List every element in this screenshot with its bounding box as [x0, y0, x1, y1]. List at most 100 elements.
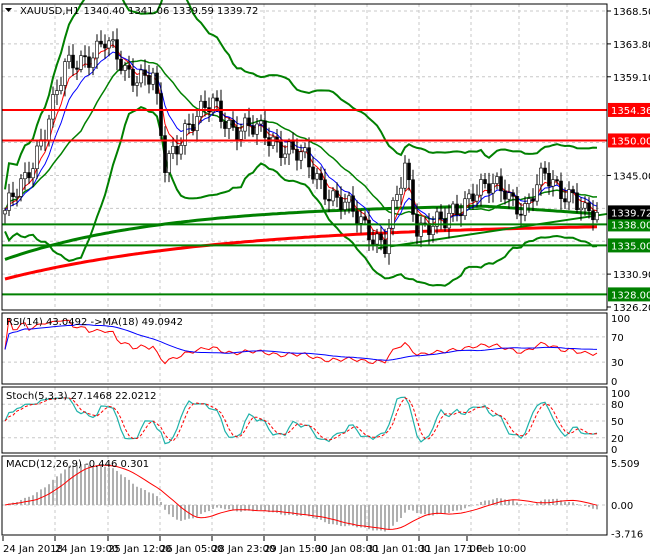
candle-body — [159, 93, 163, 136]
candle — [115, 28, 119, 71]
candle-body — [515, 196, 519, 215]
level-label: 1328.00 — [611, 290, 650, 301]
candle-body — [311, 166, 315, 180]
candle-body — [55, 90, 59, 95]
candle-body — [147, 75, 151, 85]
candle — [547, 162, 551, 195]
candle — [451, 201, 455, 222]
candle-body — [47, 118, 51, 141]
axes: 1368.50 1363.80 1359.10 1345.00 1330.90 1326.… — [1, 3, 650, 555]
candle — [531, 188, 535, 212]
level-label: 1354.36 — [611, 106, 650, 117]
candle-body — [471, 193, 475, 202]
candle — [231, 111, 235, 131]
macd-label: MACD(12,26,9) -0.446 0.301 — [6, 459, 149, 470]
stoch-tick: 80 — [611, 400, 624, 411]
candle-body — [19, 178, 23, 197]
candle — [247, 107, 251, 137]
candle-body — [355, 211, 359, 224]
candle-body — [555, 179, 559, 182]
candle-body — [359, 216, 363, 224]
candle-body — [559, 180, 563, 199]
candle-body — [283, 153, 287, 158]
candle — [63, 58, 67, 97]
candle — [279, 130, 283, 167]
symbol-label: XAUUSD,H1 1340.40 1341.06 1339.59 1339.72 — [20, 6, 258, 17]
candle-body — [467, 193, 471, 200]
candle — [59, 76, 63, 95]
candle — [359, 209, 363, 234]
candle-body — [99, 40, 103, 45]
candle — [403, 155, 407, 192]
candle — [355, 200, 359, 233]
candle-body — [323, 179, 327, 200]
candle-body — [35, 145, 39, 169]
candle — [155, 65, 159, 105]
candle-body — [371, 239, 375, 245]
price-tick-label: 1326.20 — [613, 303, 650, 314]
candle — [291, 132, 295, 154]
candle-body — [459, 214, 463, 217]
candle-body — [363, 216, 367, 221]
candle-body — [319, 173, 323, 181]
candle — [215, 90, 219, 113]
candle — [235, 116, 239, 151]
candle-body — [79, 55, 83, 70]
candle-body — [487, 183, 491, 194]
candle — [331, 187, 335, 207]
candle-body — [439, 211, 443, 219]
candle-body — [247, 117, 251, 127]
candle — [431, 216, 435, 243]
candle-body — [539, 167, 543, 186]
chart-canvas[interactable]: 1368.50 1363.80 1359.10 1345.00 1330.90 1326.… — [0, 0, 650, 560]
candle — [195, 110, 199, 142]
candle-body — [303, 147, 307, 153]
candle-body — [315, 173, 319, 180]
candle — [559, 172, 563, 210]
candle — [575, 183, 579, 213]
candle — [143, 59, 147, 86]
candle — [323, 168, 327, 206]
candle-body — [339, 197, 343, 210]
candle — [387, 218, 391, 265]
stoch-tick: 20 — [611, 434, 624, 445]
candle-body — [179, 145, 183, 155]
candle-body — [195, 116, 199, 131]
candle-body — [175, 145, 179, 155]
candle-body — [307, 147, 311, 168]
candle-body — [347, 195, 351, 203]
candle-body — [243, 117, 247, 132]
candle-body — [475, 194, 479, 202]
rsi-label: RSI(14) 43.0492 ->MA(18) 49.0942 — [6, 317, 183, 328]
candle-body — [223, 121, 227, 129]
candle-body — [71, 54, 75, 69]
candle-body — [219, 100, 223, 122]
candle-body — [551, 179, 555, 187]
macd-tick: 0.00 — [611, 501, 633, 512]
candle-body — [279, 141, 283, 158]
candle — [455, 194, 459, 222]
candle-body — [399, 187, 403, 195]
candle-body — [91, 57, 95, 68]
candle — [127, 55, 131, 78]
candle — [67, 45, 71, 69]
candle — [151, 67, 155, 91]
candle — [443, 207, 447, 232]
candle-body — [255, 123, 259, 135]
candle-body — [579, 207, 583, 211]
candle-body — [119, 58, 123, 71]
candle-body — [227, 120, 231, 129]
candle — [35, 139, 39, 179]
candle-body — [511, 192, 515, 197]
candle-body — [267, 137, 271, 146]
candle-body — [507, 192, 511, 200]
candle-body — [87, 56, 91, 68]
candle — [55, 79, 59, 105]
candle-body — [15, 196, 19, 198]
candle-body — [411, 179, 415, 215]
candle — [315, 168, 319, 190]
candle-body — [535, 184, 539, 202]
candle — [167, 150, 171, 183]
stoch-label: Stoch(5,3,3) 27.1468 22.0212 — [6, 391, 157, 402]
candle-body — [455, 203, 459, 215]
